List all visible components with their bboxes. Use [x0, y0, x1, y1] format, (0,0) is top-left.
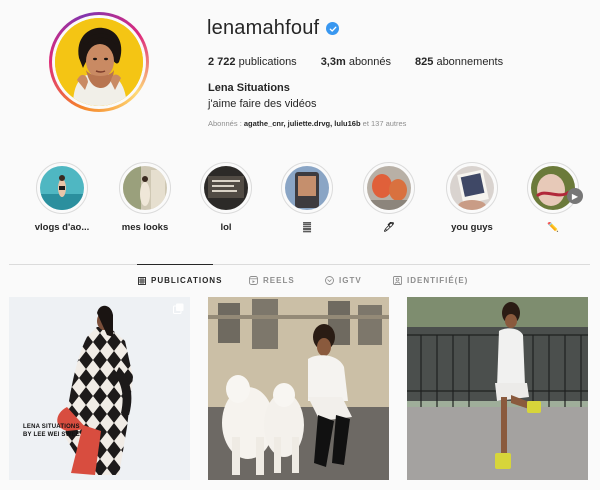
post-thumbnail[interactable]: LENA SITUATIONS BY LEE WEI SWEE	[9, 297, 190, 480]
followed-by-suffix: et 137 autres	[360, 119, 407, 128]
tab-igtv[interactable]: IGTV	[325, 276, 362, 285]
post-image	[9, 297, 190, 480]
multiple-photos-icon	[173, 303, 184, 314]
highlight-label: ✏️	[547, 222, 559, 233]
highlight-label: 🖊	[382, 222, 396, 233]
reels-icon	[249, 276, 258, 285]
igtv-icon	[325, 276, 334, 285]
post-caption-line: BY LEE WEI SWEE	[23, 432, 80, 439]
followed-by-users: agathe_cnr, juliette.drvg, lulu16b	[243, 119, 361, 128]
posts-count: 2 722	[208, 56, 236, 68]
highlight-cover	[531, 166, 575, 210]
tab-tagged[interactable]: IDENTIFIÉ(E)	[393, 276, 468, 285]
following-count: 825	[415, 56, 434, 68]
posts-stat: 2 722 publications	[208, 56, 297, 68]
highlight-item[interactable]: lol	[191, 162, 261, 234]
post-caption-overlay: LENA SITUATIONS BY LEE WEI SWEE	[23, 423, 80, 439]
highlight-item[interactable]: 𝄛	[272, 162, 342, 234]
highlight-label: you guys	[451, 222, 493, 233]
following-label: abonnements	[433, 56, 504, 68]
highlight-label: vlogs d'ao...	[34, 222, 90, 233]
post-caption-line: LENA SITUATIONS	[23, 424, 80, 430]
post-thumbnail[interactable]	[407, 297, 588, 480]
followers-stat[interactable]: 3,3m abonnés	[321, 56, 391, 68]
followers-count: 3,3m	[320, 56, 346, 68]
profile-bio: j'aime faire des vidéos	[208, 98, 317, 110]
highlight-cover	[40, 166, 84, 210]
followers-label: abonnés	[345, 56, 392, 68]
highlight-item[interactable]: 🖊	[354, 162, 424, 234]
tab-label: PUBLICATIONS	[151, 276, 223, 285]
tab-reels[interactable]: REELS	[249, 276, 295, 285]
highlights-next-arrow-icon[interactable]: ▶	[567, 188, 583, 204]
highlight-label: lol	[220, 222, 232, 233]
followed-by-prefix: Abonnés :	[208, 119, 244, 128]
profile-stats: 2 722 publications 3,3m abonnés 825 abon…	[208, 56, 527, 68]
highlight-item[interactable]: mes looks	[110, 162, 180, 234]
profile-username: lenamahfouf	[207, 17, 320, 39]
post-thumbnail[interactable]	[208, 297, 389, 480]
post-image	[407, 297, 588, 480]
highlight-cover	[123, 166, 167, 210]
tabs-divider	[9, 264, 590, 265]
following-stat[interactable]: 825 abonnements	[415, 56, 503, 68]
grid-icon	[138, 276, 146, 285]
tab-label: REELS	[263, 276, 295, 285]
active-tab-indicator	[137, 264, 213, 265]
highlight-cover	[285, 166, 329, 210]
tab-publications[interactable]: PUBLICATIONS	[138, 276, 222, 285]
verified-badge-icon	[326, 22, 340, 35]
post-image	[208, 297, 389, 480]
highlight-item[interactable]: you guys	[437, 162, 507, 234]
tab-label: IGTV	[339, 276, 362, 285]
highlight-cover	[367, 166, 411, 210]
tab-label: IDENTIFIÉ(E)	[407, 276, 469, 285]
profile-avatar-ring[interactable]	[49, 12, 149, 112]
followed-by-link[interactable]: Abonnés : agathe_cnr, juliette.drvg, lul…	[208, 119, 406, 128]
highlight-label: 𝄛	[303, 222, 311, 233]
highlight-cover	[450, 166, 494, 210]
tagged-icon	[393, 276, 402, 285]
profile-full-name: Lena Situations	[208, 82, 290, 94]
profile-avatar[interactable]	[55, 18, 143, 106]
posts-label: publications	[235, 56, 297, 68]
highlight-cover	[204, 166, 248, 210]
profile-username-row: lenamahfouf	[207, 17, 340, 40]
highlight-label: mes looks	[121, 222, 169, 233]
highlight-item[interactable]: vlogs d'ao...	[27, 162, 97, 234]
